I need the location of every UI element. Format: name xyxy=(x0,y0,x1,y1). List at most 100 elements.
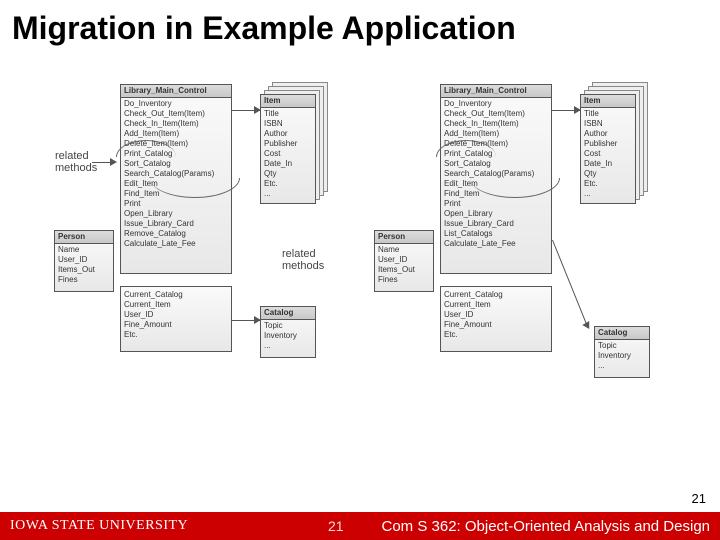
line: Title xyxy=(584,109,632,119)
line: Add_Item(Item) xyxy=(124,129,228,139)
line: Current_Item xyxy=(124,300,228,310)
card-main-left-body: Do_Inventory Check_Out_Item(Item) Check_… xyxy=(121,98,231,252)
line: Current_Catalog xyxy=(124,290,228,300)
line: Publisher xyxy=(264,139,312,149)
card-item-right-header: Item xyxy=(581,95,635,108)
footer-bar: IOWA STATE UNIVERSITY Com S 362: Object-… xyxy=(0,512,720,540)
card-item-left-header: Item xyxy=(261,95,315,108)
footer-university: IOWA STATE UNIVERSITY xyxy=(10,518,188,534)
line: ... xyxy=(264,341,312,351)
line: Current_Item xyxy=(444,300,548,310)
diagram-area: related methods Library_Main_Control Do_… xyxy=(0,70,720,450)
line: Sort_Catalog xyxy=(444,159,548,169)
line: Fine_Amount xyxy=(124,320,228,330)
line: Author xyxy=(584,129,632,139)
line: User_ID xyxy=(444,310,548,320)
card-person-right-body: Name User_ID Items_Out Fines xyxy=(375,244,433,288)
line: Title xyxy=(264,109,312,119)
card-catalog-right: Catalog Topic Inventory ... xyxy=(594,326,650,378)
line: Open_Library xyxy=(444,209,548,219)
line: Issue_Library_Card xyxy=(444,219,548,229)
line: Do_Inventory xyxy=(124,99,228,109)
card-person-right: Person Name User_ID Items_Out Fines xyxy=(374,230,434,292)
card-person-left-body: Name User_ID Items_Out Fines xyxy=(55,244,113,288)
line: Do_Inventory xyxy=(444,99,548,109)
footer-subpage: 21 xyxy=(328,518,344,534)
line: User_ID xyxy=(58,255,110,265)
line: Calculate_Late_Fee xyxy=(444,239,548,249)
line: User_ID xyxy=(378,255,430,265)
line: Name xyxy=(378,245,430,255)
line: Sort_Catalog xyxy=(124,159,228,169)
line: Calculate_Late_Fee xyxy=(124,239,228,249)
line: Issue_Library_Card xyxy=(124,219,228,229)
arrow-main-item-left-head xyxy=(254,106,261,114)
card-person-left: Person Name User_ID Items_Out Fines xyxy=(54,230,114,292)
card-state-left: Current_Catalog Current_Item User_ID Fin… xyxy=(120,286,232,352)
line: Items_Out xyxy=(58,265,110,275)
card-person-right-header: Person xyxy=(375,231,433,244)
line: Print xyxy=(444,199,548,209)
line: Fines xyxy=(58,275,110,285)
card-item-left-body: Title ISBN Author Publisher Cost Date_In… xyxy=(261,108,315,202)
line: Search_Catalog(Params) xyxy=(124,169,228,179)
line: Check_Out_Item(Item) xyxy=(124,109,228,119)
card-catalog-left-header: Catalog xyxy=(261,307,315,320)
card-person-left-header: Person xyxy=(55,231,113,244)
card-catalog-right-header: Catalog xyxy=(595,327,649,340)
card-main-right-header: Library_Main_Control xyxy=(441,85,551,98)
label-related-methods-left: related methods xyxy=(55,150,97,174)
card-item-left: Item Title ISBN Author Publisher Cost Da… xyxy=(260,94,316,204)
line: Name xyxy=(58,245,110,255)
line: ... xyxy=(598,361,646,371)
line: Search_Catalog(Params) xyxy=(444,169,548,179)
page-number: 21 xyxy=(692,491,706,506)
line: Cost xyxy=(264,149,312,159)
line: Fines xyxy=(378,275,430,285)
line: Inventory xyxy=(264,331,312,341)
arrow-main-catalog-right-head xyxy=(582,321,592,331)
line: Remove_Catalog xyxy=(124,229,228,239)
card-catalog-left: Catalog Topic Inventory ... xyxy=(260,306,316,358)
card-state-left-body: Current_Catalog Current_Item User_ID Fin… xyxy=(121,287,231,343)
card-main-left-header: Library_Main_Control xyxy=(121,85,231,98)
line: Topic xyxy=(598,341,646,351)
footer-course: Com S 362: Object-Oriented Analysis and … xyxy=(382,518,711,535)
line: Etc. xyxy=(264,179,312,189)
slide-root: Migration in Example Application related… xyxy=(0,0,720,540)
line: Print xyxy=(124,199,228,209)
card-catalog-left-body: Topic Inventory ... xyxy=(261,320,315,354)
line: Current_Catalog xyxy=(444,290,548,300)
line: ISBN xyxy=(584,119,632,129)
card-catalog-right-body: Topic Inventory ... xyxy=(595,340,649,374)
label-related-methods-right: related methods xyxy=(282,248,324,272)
line: ... xyxy=(264,189,312,199)
line: Etc. xyxy=(124,330,228,340)
line: Cost xyxy=(584,149,632,159)
line: Items_Out xyxy=(378,265,430,275)
arrow-main-item-right-head xyxy=(574,106,581,114)
line: Etc. xyxy=(444,330,548,340)
line: Author xyxy=(264,129,312,139)
line: ISBN xyxy=(264,119,312,129)
line: Check_In_Item(Item) xyxy=(124,119,228,129)
slide-title: Migration in Example Application xyxy=(12,10,516,47)
line: ... xyxy=(584,189,632,199)
line: Inventory xyxy=(598,351,646,361)
line: List_Catalogs xyxy=(444,229,548,239)
line: Check_Out_Item(Item) xyxy=(444,109,548,119)
card-item-right-body: Title ISBN Author Publisher Cost Date_In… xyxy=(581,108,635,202)
line: Etc. xyxy=(584,179,632,189)
line: Topic xyxy=(264,321,312,331)
arrow-related-left-head xyxy=(110,158,117,166)
arrow-main-catalog-right xyxy=(552,240,587,324)
line: Add_Item(Item) xyxy=(444,129,548,139)
line: Fine_Amount xyxy=(444,320,548,330)
card-state-right: Current_Catalog Current_Item User_ID Fin… xyxy=(440,286,552,352)
card-state-right-body: Current_Catalog Current_Item User_ID Fin… xyxy=(441,287,551,343)
card-item-right: Item Title ISBN Author Publisher Cost Da… xyxy=(580,94,636,204)
line: Check_In_Item(Item) xyxy=(444,119,548,129)
card-main-right-body: Do_Inventory Check_Out_Item(Item) Check_… xyxy=(441,98,551,252)
arrow-state-catalog-left-head xyxy=(254,316,261,324)
line: Publisher xyxy=(584,139,632,149)
